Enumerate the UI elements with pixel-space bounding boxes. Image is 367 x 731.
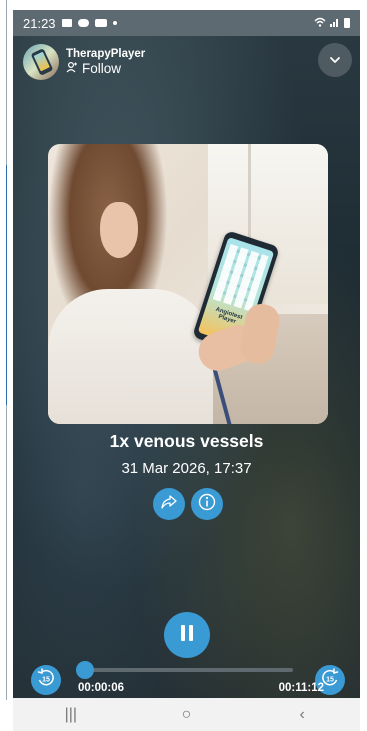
current-time: 00:00:06 [78,682,125,694]
status-time: 21:23 [23,15,56,31]
track-date: 31 Mar 2026, 17:37 [121,460,252,477]
recents-button[interactable]: ||| [51,706,91,724]
status-bar: 21:23 [13,10,360,36]
track-title: 1x venous vessels [109,431,264,451]
pause-button[interactable] [164,612,210,658]
rewind-15-label: 15 [42,676,50,683]
seek-bar[interactable] [75,661,293,679]
forward-15-label: 15 [326,676,334,683]
pause-icon [179,624,195,647]
info-button[interactable] [191,488,223,520]
follow-label: Follow [82,61,122,76]
channel-header: TherapyPlayer Follow [23,44,145,80]
battery-icon [344,18,350,28]
chevron-down-icon [329,51,341,69]
left-edge [0,0,12,731]
info-icon [198,493,216,516]
signal-icon [330,17,340,30]
rewind-15-button[interactable]: 15 [31,665,61,695]
system-navigation-bar: ||| ○ ‹ [13,698,360,731]
cover-artwork: Angiotest Player [48,144,328,424]
wifi-icon [314,17,326,30]
edge-line-highlight [6,165,7,405]
channel-name[interactable]: TherapyPlayer [66,47,145,61]
cloud-icon [77,19,89,27]
seek-bar-thumb[interactable] [75,661,94,679]
collapse-button[interactable] [318,43,352,77]
add-person-icon [66,61,78,77]
channel-avatar[interactable] [23,44,59,80]
rewind-15-icon: 15 [36,667,56,693]
share-icon [161,494,177,514]
dot-icon [112,21,117,25]
video-icon [94,19,107,27]
image-icon [61,19,72,27]
home-button[interactable]: ○ [166,706,206,724]
follow-button[interactable]: Follow [66,61,145,77]
share-button[interactable] [153,488,185,520]
total-time: 00:11:12 [278,682,324,694]
back-button[interactable]: ‹ [282,706,322,724]
player-screen: 21:23 TherapyPlayer Follow Angiotest Pla… [13,10,360,698]
